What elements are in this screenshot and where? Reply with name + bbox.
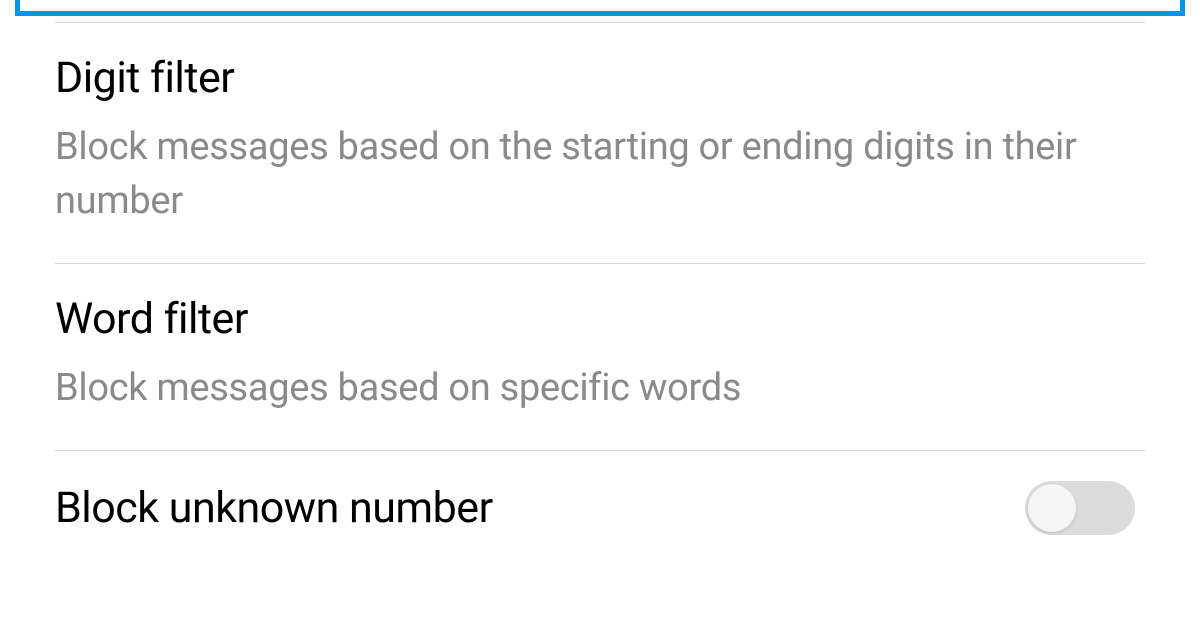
settings-list: Digit filter Block messages based on the… [0,0,1200,535]
toggle-knob [1028,484,1076,532]
setting-digit-filter[interactable]: Digit filter Block messages based on the… [0,23,1200,263]
selection-highlight-box [15,0,1185,16]
setting-word-filter[interactable]: Word filter Block messages based on spec… [0,264,1200,450]
setting-description: Block messages based on the starting or … [55,121,1145,229]
setting-description: Block messages based on specific words [55,362,1145,416]
setting-title: Digit filter [55,53,1145,103]
setting-title: Block unknown number [55,483,493,533]
setting-block-unknown[interactable]: Block unknown number [0,451,1200,535]
toggle-block-unknown[interactable] [1025,481,1135,535]
setting-title: Word filter [55,294,1145,344]
